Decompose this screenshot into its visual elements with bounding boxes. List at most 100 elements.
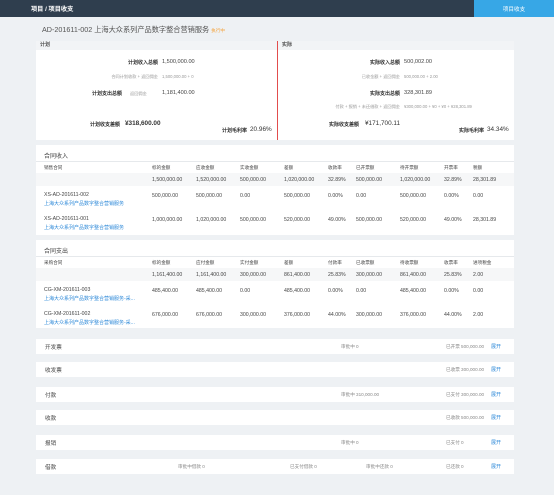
table-cell: 44.00% [328,312,346,318]
section-stat: 审批中还款 0 [366,463,393,469]
table-cell: 300,000.00 [356,312,382,318]
column-header: 收款率 [328,165,342,170]
total-cell: 25.83% [328,271,346,278]
column-header: 收票率 [444,260,458,265]
actual-expense-label: 实际支出总额 [369,91,400,97]
total-cell: 32.89% [328,176,346,183]
column-header: 进项税金 [473,260,492,265]
table-cell: 485,400.00 [196,288,222,294]
contract-name-link[interactable]: 上海大众系列产品数字整合营销服务-采... [44,295,135,302]
contract-code: CG-XM-201611-003 [44,287,91,293]
contract-expense-total-row [36,268,514,281]
section-title: 借款 [45,465,57,471]
section-stat: 已收票 300,000.00 [446,366,485,372]
expand-link[interactable]: 展开 [491,391,501,398]
plan-income-formula-label: 合同计划收款 + 返回佣金 [111,74,158,79]
section-stat: 已支付 300,000.00 [446,391,485,397]
table-cell: 676,000.00 [196,312,222,318]
table-cell: 376,000.00 [400,312,426,318]
section-2: 付款 审批中 310,000.00 已支付 300,000.00 展开 [36,387,514,402]
section-1: 收发票 已收票 300,000.00 展开 [36,362,514,377]
plan-column: 计划 计划收入总额 1,500,000.00 合同计划收款 + 返回佣金 1,5… [36,41,277,140]
table-cell: 0.00 [473,288,484,294]
actual-income-formula-label: 已收金额 + 返回佣金 [361,74,400,79]
section-title: 付款 [45,393,57,399]
actual-income-label: 实际收入总额 [369,60,400,66]
column-header: 待收票额 [400,260,419,265]
project-finance-button[interactable]: 项目收支 [474,0,554,17]
column-header: 应付金额 [196,260,215,265]
plan-margin-value: 20.96% [250,126,272,133]
column-header: 付款率 [328,260,342,265]
section-title: 收发票 [45,368,62,374]
table-cell: 485,400.00 [400,288,426,294]
actual-income-formula-value: 500,000.00 + 2.00 [404,74,438,79]
section-5: 借款 审批中借款 0 已支付借款 0 审批中还款 0 已还款 0 展开 [36,459,514,474]
page-title: AD-201611-002 上海大众系列产品数字整合营销服务 执行中 [42,25,225,35]
section-title: 开发票 [45,345,62,351]
plan-margin-label: 计划毛利率 [222,128,248,134]
column-header: 差额 [284,260,294,265]
status-badge: 执行中 [211,28,226,33]
table-cell: 28,301.89 [473,217,497,223]
section-0: 开发票 审批中 0 已开票 500,000.00 展开 [36,339,514,354]
table-cell: 1,000,000.00 [152,217,183,223]
actual-column: 实际 实际收入总额 500,002.00 已收金额 + 返回佣金 500,000… [277,41,514,140]
contract-income-card: 合同收入 销售合同 标的金额 应收金额 实收金额 差额 收款率 已开票额 待开票额 开票率 税额 1… [36,145,514,235]
actual-expense-value: 328,301.89 [404,89,432,96]
plan-expense-note: 返回佣金 [130,90,147,96]
plan-header: 计划 [36,41,277,50]
table-cell: 500,000.00 [240,217,266,223]
expand-link[interactable]: 展开 [491,439,501,446]
section-3: 收款 已收款 500,000.00 展开 [36,410,514,425]
contract-expense-title: 合同支出 [44,249,69,255]
expand-link[interactable]: 展开 [491,414,501,421]
plan-diff-label: 计划收支差额 [90,122,121,128]
section-stat: 已支付借款 0 [290,463,317,469]
total-cell: 1,520,000.00 [196,176,227,183]
contract-name-link[interactable]: 上海大众系列产品数字整合营销服务-采... [44,319,135,326]
plan-income-formula-value: 1,500,000.00 + 0 [162,74,194,79]
plan-income-value: 1,500,000.00 [162,58,195,65]
table-cell: 520,000.00 [284,217,310,223]
total-cell: 32.89% [444,176,462,183]
table-cell: 0.00 [473,193,484,199]
actual-income-value: 500,002.00 [404,58,432,65]
column-header: 开票率 [444,165,458,170]
actual-expense-formula-label: 付款 + 报销 + 未还借款 + 返回佣金 [335,104,400,109]
plan-diff-value: ¥318,600.00 [125,120,161,127]
column-header: 销售合同 [44,165,63,170]
plan-expense-value: 1,181,400.00 [162,89,195,96]
total-cell: 1,500,000.00 [152,176,183,183]
expand-link[interactable]: 展开 [491,343,501,350]
contract-code: CG-XM-201611-002 [44,311,91,317]
section-4: 报销 审批中 0 已支付 0 展开 [36,435,514,450]
contract-code: XS-AD-201611-001 [44,216,89,222]
section-stat: 审批中 0 [341,343,359,349]
table-cell: 0.00 [240,193,251,199]
column-header: 标的金额 [152,165,171,170]
table-cell: 0.00 [356,193,367,199]
actual-diff-label: 实际收支差额 [329,122,360,128]
expand-link[interactable]: 展开 [491,366,501,373]
contract-name-link[interactable]: 上海大众系列产品数字整合营销服务 [44,200,124,207]
project-title: AD-201611-002 上海大众系列产品数字整合营销服务 [42,25,210,34]
contract-name-link[interactable]: 上海大众系列产品数字整合营销服务 [44,224,124,231]
summary-panel: 计划 计划收入总额 1,500,000.00 合同计划收款 + 返回佣金 1,5… [36,41,514,140]
table-cell: 0.00% [328,288,343,294]
total-cell: 2.00 [473,271,484,278]
contract-income-total-row [36,173,514,186]
table-cell: 500,000.00 [196,193,222,199]
expand-link[interactable]: 展开 [491,463,501,470]
table-cell: 0.00 [356,288,367,294]
column-header: 实付金额 [240,260,259,265]
total-cell: 28,301.89 [473,176,497,183]
table-cell: 500,000.00 [356,217,382,223]
column-header: 税额 [473,165,483,170]
section-stat: 审批中 310,000.00 [341,391,380,397]
table-cell: 520,000.00 [400,217,426,223]
actual-header: 实际 [278,41,514,50]
table-cell: 500,000.00 [284,193,310,199]
table-cell: 485,400.00 [284,288,310,294]
column-header: 应收金额 [196,165,215,170]
